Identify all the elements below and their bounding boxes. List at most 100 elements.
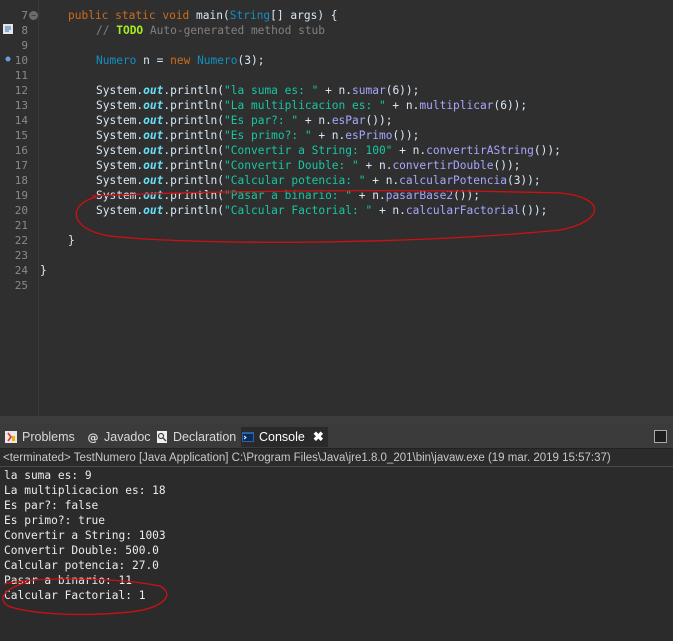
code-line-println[interactable]: System.out.println("Convertir a String: … bbox=[96, 143, 561, 158]
string-literal: "la suma es: " bbox=[224, 84, 319, 97]
class-ref: System bbox=[96, 159, 137, 172]
line-number: 19 bbox=[14, 189, 28, 202]
code-line-println[interactable]: System.out.println("Calcular Factorial: … bbox=[96, 203, 547, 218]
method-call: sumar bbox=[352, 84, 386, 97]
code-line-println[interactable]: System.out.println("Es par?: " + n.esPar… bbox=[96, 113, 392, 128]
tab-label: Problems bbox=[22, 430, 75, 444]
static-field: out bbox=[143, 189, 164, 202]
fold-collapse-icon[interactable]: − bbox=[29, 11, 38, 20]
static-field: out bbox=[143, 159, 164, 172]
code-text: + n. bbox=[385, 99, 420, 112]
class-ref: System bbox=[96, 204, 137, 217]
code-text: (6)); bbox=[385, 84, 420, 97]
console-output-line: Calcular Factorial: 1 bbox=[4, 589, 146, 602]
method-call: calcularFactorial bbox=[405, 204, 521, 217]
method-call: esPrimo bbox=[345, 129, 393, 142]
string-literal: "Es primo?: " bbox=[224, 129, 312, 142]
code-line-10[interactable]: Numero n = new Numero(3); bbox=[96, 53, 264, 68]
close-icon[interactable]: ✖ bbox=[313, 429, 324, 445]
string-literal: "Pasar a binario: " bbox=[224, 189, 353, 202]
method-call: convertirDouble bbox=[392, 159, 494, 172]
line-number: 16 bbox=[14, 144, 28, 157]
method-call: println( bbox=[170, 99, 225, 112]
string-literal: "Calcular Factorial: " bbox=[224, 204, 373, 217]
code-line-println[interactable]: System.out.println("Convertir Double: " … bbox=[96, 158, 520, 173]
method-call: pasarBase2 bbox=[385, 189, 454, 202]
code-line-22[interactable]: } bbox=[68, 233, 75, 248]
javadoc-icon: @ bbox=[87, 430, 99, 444]
code-line-24[interactable]: } bbox=[40, 263, 47, 278]
line-number: 17 bbox=[14, 159, 28, 172]
code-text: (6)); bbox=[493, 99, 528, 112]
tab-label: Javadoc bbox=[104, 430, 151, 444]
bottom-panel-tabs: Problems @ Javadoc Declaration Console ✖ bbox=[0, 424, 673, 449]
code-text: (3); bbox=[237, 54, 265, 67]
tab-declaration[interactable]: Declaration bbox=[155, 427, 236, 447]
terminated-status: <terminated> TestNumero [Java Applicatio… bbox=[3, 452, 611, 464]
class-ref: System bbox=[96, 114, 137, 127]
method-call: println( bbox=[170, 204, 225, 217]
method-call: println( bbox=[170, 84, 225, 97]
code-editor[interactable]: 7 8 9 10 11 12 13 14 15 16 17 18 19 20 21 22 23 24 25 publ… bbox=[0, 0, 673, 416]
static-field: out bbox=[143, 114, 164, 127]
tab-label: Declaration bbox=[173, 430, 237, 444]
method-call: calcularPotencia bbox=[399, 174, 507, 187]
code-text: [] args) { bbox=[270, 9, 338, 22]
line-number: 15 bbox=[14, 129, 28, 142]
line-number: 9 bbox=[21, 39, 28, 52]
method-call: println( bbox=[170, 174, 225, 187]
code-text: + n. bbox=[318, 84, 353, 97]
method-call: println( bbox=[170, 114, 225, 127]
tab-problems[interactable]: Problems bbox=[4, 427, 75, 447]
method-name: main bbox=[196, 9, 223, 22]
console-output-line: Pasar a binario: 11 bbox=[4, 574, 132, 587]
class-ref: System bbox=[96, 189, 137, 202]
method-call: println( bbox=[170, 189, 225, 202]
class-ref: System bbox=[96, 84, 137, 97]
code-line-println[interactable]: System.out.println("la suma es: " + n.su… bbox=[96, 83, 419, 98]
type-name: Numero bbox=[190, 54, 238, 67]
code-line-println[interactable]: System.out.println("Pasar a binario: " +… bbox=[96, 188, 480, 203]
line-number: 25 bbox=[14, 279, 28, 292]
console-output-line: Convertir Double: 500.0 bbox=[4, 544, 159, 557]
static-field: out bbox=[143, 129, 164, 142]
code-text: ()); bbox=[365, 114, 393, 127]
console-output-line: Es primo?: true bbox=[4, 514, 106, 527]
code-line-println[interactable]: System.out.println("Es primo?: " + n.esP… bbox=[96, 128, 419, 143]
class-ref: System bbox=[96, 129, 137, 142]
line-number: 24 bbox=[14, 264, 28, 277]
code-text: + n. bbox=[352, 189, 386, 202]
line-number: 22 bbox=[14, 234, 28, 247]
code-line-7[interactable]: public static void main(String[] args) { bbox=[68, 8, 338, 23]
tab-javadoc[interactable]: @ Javadoc bbox=[86, 427, 151, 447]
console-panel[interactable]: <terminated> TestNumero [Java Applicatio… bbox=[0, 449, 673, 641]
line-number: 14 bbox=[14, 114, 28, 127]
comment: // bbox=[96, 24, 117, 37]
code-text: ()); bbox=[392, 129, 420, 142]
line-number: 21 bbox=[14, 219, 28, 232]
code-line-println[interactable]: System.out.println("Calcular potencia: "… bbox=[96, 173, 541, 188]
tab-console[interactable]: Console ✖ bbox=[241, 427, 328, 447]
line-number: 13 bbox=[14, 99, 28, 112]
static-field: out bbox=[143, 144, 164, 157]
code-line-8[interactable]: // TODO Auto-generated method stub bbox=[96, 23, 325, 38]
code-text: ( bbox=[223, 9, 230, 22]
line-number: 11 bbox=[14, 69, 28, 82]
minimize-icon[interactable] bbox=[654, 430, 667, 443]
task-marker-icon bbox=[3, 24, 13, 34]
method-call: convertirAString bbox=[426, 144, 534, 157]
type-name: Numero bbox=[96, 54, 137, 67]
code-text: ()); bbox=[520, 204, 548, 217]
method-call: println( bbox=[170, 129, 225, 142]
string-literal: "Es par?: " bbox=[224, 114, 299, 127]
keyword: static bbox=[115, 9, 156, 22]
console-icon bbox=[241, 430, 255, 444]
code-line-println[interactable]: System.out.println("La multiplicacion es… bbox=[96, 98, 527, 113]
console-output-line: la suma es: 9 bbox=[4, 469, 92, 482]
method-call: println( bbox=[170, 159, 225, 172]
class-ref: System bbox=[96, 144, 137, 157]
string-literal: "Convertir a String: 100" bbox=[224, 144, 393, 157]
panel-divider[interactable] bbox=[0, 416, 673, 424]
class-ref: System bbox=[96, 99, 137, 112]
code-text: + n. bbox=[365, 174, 400, 187]
